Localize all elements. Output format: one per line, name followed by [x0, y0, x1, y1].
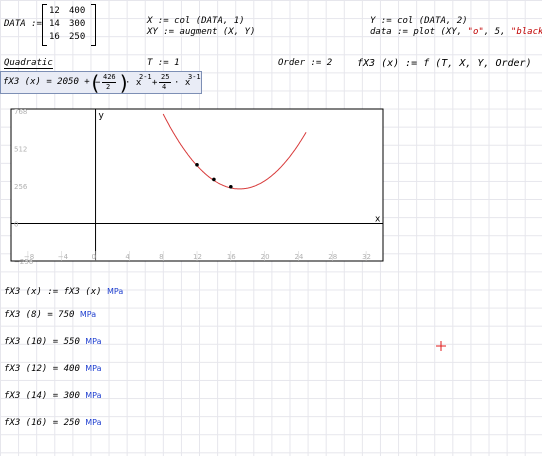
result-line[interactable]: fX3 (16) = 250 MPa [4, 418, 102, 428]
fx3-formula-box[interactable]: fX3 (x) = 2050 + ( − 426 2 ) · x 2-1 + 2… [0, 71, 202, 95]
xy-plot[interactable]: −256 0 256 512 768 −8 −4 0 4 8 12 16 20 24 28 32 y x [10, 108, 384, 266]
pow2: 3-1 [188, 73, 201, 81]
unit-label: MPa [85, 337, 102, 346]
unit-label: MPa [85, 418, 102, 427]
x-tick-label: 32 [362, 253, 371, 261]
quadratic-label[interactable]: Quadratic [4, 58, 53, 69]
frac2-num: 25 [161, 73, 170, 81]
frac1-num: 426 [103, 73, 116, 81]
order-definition[interactable]: Order := 2 [278, 58, 332, 68]
x-definition[interactable]: X := col (DATA, 1) [147, 16, 245, 26]
frac1-den: 2 [106, 83, 111, 91]
plot-frame [10, 108, 384, 262]
xy-definition[interactable]: XY := augment (X, Y) [147, 27, 255, 37]
matrix-cell: 400 [69, 6, 86, 16]
unit-label: MPa [85, 391, 102, 400]
matrix-cell: 16 [49, 32, 60, 42]
y-tick-label: 256 [14, 183, 28, 191]
data-matrix[interactable]: 12 400 14 300 16 250 [42, 4, 96, 46]
unit-label: MPa [79, 310, 97, 319]
y-tick-label: 0 [14, 220, 18, 228]
data-point [229, 184, 233, 189]
y-tick-label: 512 [14, 145, 27, 153]
y-definition[interactable]: Y := col (DATA, 2) [370, 16, 468, 26]
result-line[interactable]: fX3 (14) = 300 MPa [4, 391, 102, 401]
data-name-label: DATA := [4, 19, 42, 29]
x-tick-label: −8 [24, 253, 34, 261]
formula-lhs: fX3 (x) = 2050 + [3, 77, 90, 87]
unit-label: MPa [85, 364, 102, 373]
x-axis-label: x [375, 214, 381, 224]
matrix-cell: 300 [69, 19, 86, 29]
x-tick-label: −4 [58, 253, 69, 261]
y-axis-label: y [99, 111, 105, 121]
result-line[interactable]: fX3 (8) = 750 MPa [4, 310, 96, 320]
data-plot-definition[interactable]: data := plot (XY, "o", 5, "black") [370, 27, 542, 37]
matrix-cell: 250 [69, 32, 86, 42]
plot-svg: −2560256512768−8 −4 0 4 8 12 16 20 24 28 32yx [10, 108, 384, 266]
frac2-den: 4 [162, 83, 167, 91]
result-line[interactable]: fX3 (x) := fX3 (x) MPa [4, 287, 123, 297]
result-line[interactable]: fX3 (10) = 550 MPa [4, 337, 102, 347]
data-point [212, 177, 216, 182]
x-tick-label: 12 [193, 253, 202, 261]
unit-label: MPa [106, 287, 124, 296]
result-line[interactable]: fX3 (12) = 400 MPa [4, 364, 102, 374]
x-tick-label: 20 [261, 253, 270, 261]
crosshair-cursor-icon [436, 341, 446, 351]
x-tick-label: 16 [227, 253, 236, 261]
t-definition[interactable]: T := 1 [147, 58, 180, 68]
data-point [195, 162, 199, 167]
matrix-cell: 12 [49, 6, 60, 16]
matrix-cell: 14 [49, 19, 60, 29]
y-tick-label: 768 [14, 108, 27, 116]
pow1: 2-1 [139, 73, 152, 81]
fx3-definition[interactable]: fX3 (x) := f (T, X, Y, Order) [357, 58, 532, 69]
x-tick-label: 24 [294, 253, 303, 261]
x-tick-label: 4 [125, 253, 130, 261]
x-tick-label: 28 [328, 253, 337, 261]
